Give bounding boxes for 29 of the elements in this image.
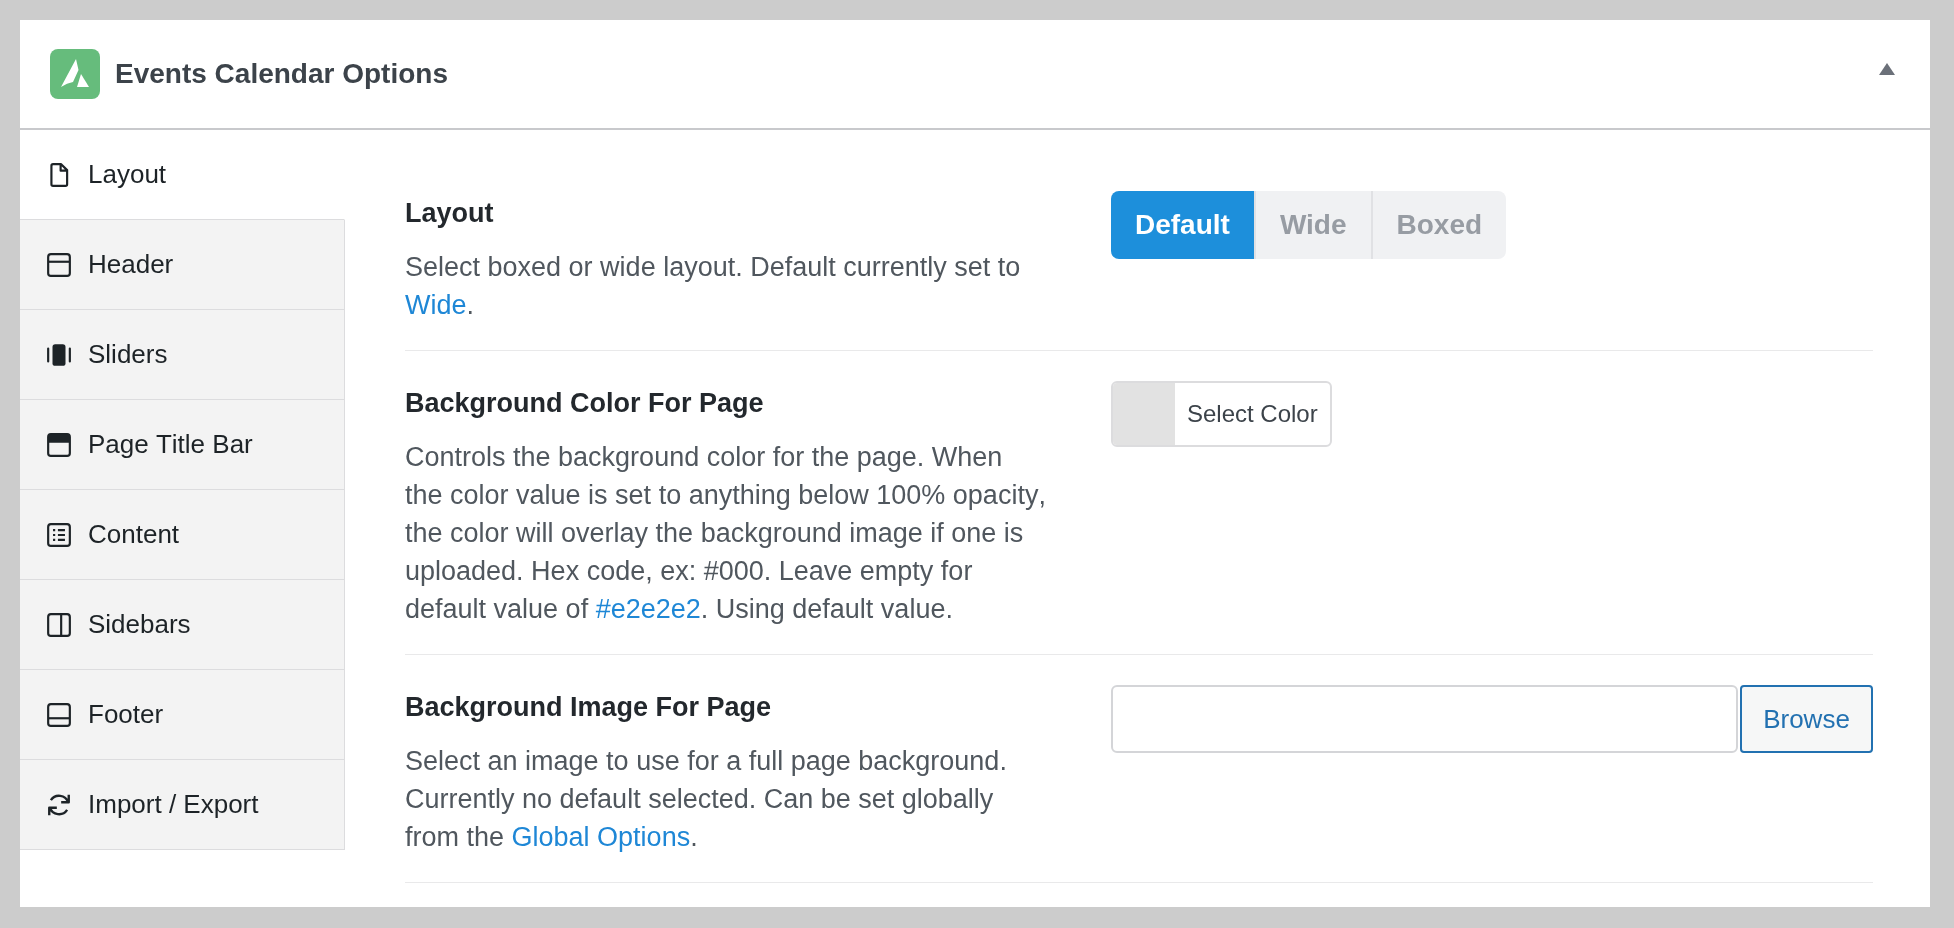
layout-option-button[interactable]: Default: [1111, 191, 1254, 259]
panel-title: Events Calendar Options: [115, 58, 448, 90]
section-description: Controls the background color for the page. When the color value is set to anything below 100% opacity, the color will overlay the background image if one is uploaded. Hex code, ex: #000. Leave empty for default value of #e2e2e2. Using default value.: [405, 441, 1047, 626]
section-description: Select boxed or wide layout. Default currently set to Wide.: [405, 251, 1022, 322]
panel-bottom-icon: [46, 701, 72, 728]
sidebar-item[interactable]: Import / Export: [20, 760, 345, 850]
logo-icon: [50, 49, 100, 99]
carousel-icon: [46, 341, 72, 368]
section-description: Select an image to use for a full page background. Currently no default selected. Can be set globally from the Global Options.: [405, 745, 1008, 854]
link[interactable]: #e2e2e2: [595, 594, 701, 624]
link[interactable]: Global Options: [511, 822, 691, 852]
sidebar-item[interactable]: Page Title Bar: [20, 400, 345, 490]
sidebar-item[interactable]: Sliders: [20, 310, 345, 400]
browse-button[interactable]: Browse: [1740, 685, 1873, 753]
sidebar-item[interactable]: Footer: [20, 670, 345, 760]
section-title: Background Color For Page: [405, 387, 765, 420]
sidebar-item[interactable]: Header: [20, 220, 345, 310]
sidebar-item[interactable]: Content: [20, 490, 345, 580]
columns-icon: [46, 611, 72, 638]
section-title: Layout: [405, 197, 495, 230]
link[interactable]: Wide: [405, 290, 467, 320]
section-title: Background Image For Page: [405, 691, 773, 724]
panel-top-filled-icon: [46, 431, 72, 458]
input-field[interactable]: [1111, 685, 1738, 753]
panel-top-icon: [46, 251, 72, 278]
sidebar-item[interactable]: Sidebars: [20, 580, 345, 670]
caret-icon[interactable]: [1879, 63, 1895, 75]
select-color-button[interactable]: Select Color: [1111, 381, 1332, 447]
list-icon: [46, 521, 72, 548]
